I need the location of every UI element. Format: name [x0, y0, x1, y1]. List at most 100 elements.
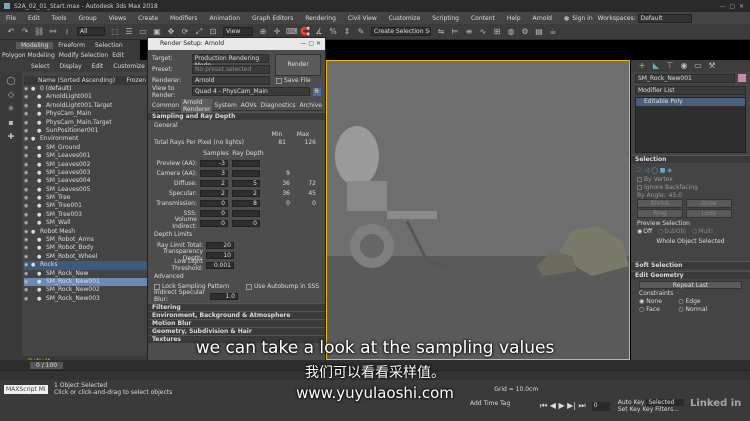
ring-button[interactable]: Ring	[637, 209, 683, 218]
curve-editor-icon[interactable]: ∿	[478, 27, 488, 37]
scene-list-item[interactable]: ◉ ● 0 (default)	[24, 85, 148, 93]
scene-list-item[interactable]: ◉ ● SM_Wall	[24, 219, 148, 227]
motion-tab-icon[interactable]: ◉	[679, 61, 689, 71]
renderer-select[interactable]: Arnold	[192, 76, 270, 85]
samples-spinner[interactable]: 3	[200, 169, 228, 177]
region-select-icon[interactable]: ▭	[138, 27, 148, 37]
menu-item[interactable]: Tools	[46, 15, 73, 22]
rollout-motion-blur[interactable]: Motion Blur	[148, 319, 325, 327]
target-select[interactable]: Production Rendering Mode	[191, 54, 270, 69]
scene-tab-select[interactable]: Select	[26, 63, 55, 70]
visibility-eye-icon[interactable]: ◉	[24, 186, 31, 194]
visibility-eye-icon[interactable]: ◉	[24, 85, 31, 93]
bind-icon[interactable]: ≀	[62, 27, 72, 37]
menu-item[interactable]: Arnold	[527, 15, 558, 22]
visibility-eye-icon[interactable]: ◉	[24, 135, 31, 143]
lock-icon[interactable]: 🔒	[313, 87, 321, 96]
visibility-eye-icon[interactable]: ◉	[24, 295, 31, 303]
loop-button[interactable]: Loop	[686, 209, 732, 218]
scale-icon[interactable]: ⤢	[194, 27, 204, 37]
samples-spinner[interactable]: 0	[200, 219, 228, 227]
visibility-eye-icon[interactable]: ◉	[24, 110, 31, 118]
display-tab-icon[interactable]: ▭	[693, 61, 703, 71]
angle-snap-icon[interactable]: ∡	[314, 27, 324, 37]
rollout-sampling[interactable]: Sampling and Ray Depth	[148, 112, 325, 120]
scene-column-name[interactable]: Name (Sorted Ascending)	[24, 77, 115, 84]
rotate-icon[interactable]: ⟳	[180, 27, 190, 37]
rollout-soft-selection[interactable]: Soft Selection	[631, 261, 750, 269]
layer-icon[interactable]: ≡	[464, 27, 474, 37]
align-icon[interactable]: ⊨	[450, 27, 460, 37]
undo-icon[interactable]: ↶	[6, 27, 16, 37]
select-icon[interactable]: ⬚	[110, 27, 120, 37]
visibility-eye-icon[interactable]: ◉	[24, 161, 31, 169]
ribbon-polygon-modeling[interactable]: Polygon Modeling	[0, 52, 57, 59]
visibility-eye-icon[interactable]: ◉	[24, 270, 31, 278]
menu-item[interactable]: Views	[103, 15, 132, 22]
ray-depth-spinner[interactable]: 8	[232, 199, 260, 207]
redo-icon[interactable]: ↷	[20, 27, 30, 37]
visibility-eye-icon[interactable]: ◉	[24, 253, 31, 261]
material-editor-icon[interactable]: ◍	[506, 27, 516, 37]
menu-item[interactable]: Rendering	[299, 15, 342, 22]
frame-field[interactable]: 0	[591, 401, 610, 411]
rollout-filtering[interactable]: Filtering	[148, 303, 325, 311]
preset-select[interactable]: No preset selected	[192, 65, 270, 74]
by-angle-spinner[interactable]: 45.0	[669, 192, 682, 199]
repeat-last-button[interactable]: Repeat Last	[639, 281, 742, 289]
spinner-snap-icon[interactable]: ⇕	[342, 27, 352, 37]
tab-system[interactable]: System	[212, 102, 238, 109]
keyboard-shortcut-icon[interactable]: ⌨	[286, 27, 298, 37]
rollout-geometry[interactable]: Geometry, Subdivision & Hair	[148, 327, 325, 335]
shrink-button[interactable]: Shrink	[637, 199, 683, 208]
ray-depth-spinner[interactable]	[232, 169, 260, 177]
visibility-eye-icon[interactable]: ◉	[24, 202, 31, 210]
samples-spinner[interactable]: -3	[200, 159, 228, 167]
scene-list-item[interactable]: ◉ ● SM_Robot_Arms	[24, 236, 148, 244]
scene-list-item[interactable]: ◉ ● SM_Rock_New003	[24, 295, 148, 303]
tab-arnold-renderer[interactable]: Arnold Renderer	[181, 98, 213, 113]
render-setup-titlebar[interactable]: Render Setup: Arnold — ▢ ✕	[148, 38, 325, 50]
render-button[interactable]: Render	[275, 53, 321, 76]
object-color-swatch[interactable]	[738, 74, 746, 82]
utilities-tab-icon[interactable]: ⚒	[707, 61, 717, 71]
ignore-backfacing-checkbox[interactable]	[637, 184, 642, 190]
menu-item[interactable]: Animation	[203, 15, 246, 22]
visibility-eye-icon[interactable]: ◉	[24, 177, 31, 185]
named-selection-sets[interactable]: Create Selection Se	[371, 27, 431, 36]
play-controls[interactable]: ⏮ ◀ ▶ ▶| ⏭	[540, 401, 592, 411]
render-icon[interactable]: ☕	[548, 27, 558, 37]
scene-list-item[interactable]: ◉ ● PhysCam_Main.Target	[24, 119, 148, 127]
ribbon-modify-selection[interactable]: Modify Selection	[57, 52, 110, 59]
filter-lights-icon[interactable]: ✳	[6, 104, 16, 114]
visibility-eye-icon[interactable]: ◉	[24, 102, 31, 110]
scene-list-item[interactable]: ◉ ● SM_Leaves001	[24, 152, 148, 160]
samples-spinner[interactable]: 0	[200, 209, 228, 217]
create-tab-icon[interactable]: +	[637, 61, 647, 71]
scene-list-item[interactable]: ◉ ● SM_Rock_New002	[24, 286, 148, 294]
tab-aovs[interactable]: AOVs	[239, 102, 259, 109]
scene-list-item[interactable]: ◉ ● SM_Rock_New001	[24, 277, 148, 287]
placement-icon[interactable]: ⊡	[208, 27, 218, 37]
render-setup-icon[interactable]: ⚙	[520, 27, 530, 37]
ray-depth-spinner[interactable]: 0	[232, 219, 260, 227]
visibility-eye-icon[interactable]: ◉	[24, 278, 31, 286]
visibility-eye-icon[interactable]: ◉	[24, 144, 31, 152]
menu-item[interactable]: Help	[501, 15, 527, 22]
selection-filter[interactable]: All	[77, 27, 105, 36]
scene-list-item[interactable]: ◉ ● Robot Mesh	[24, 228, 148, 236]
ray-depth-spinner[interactable]: 2	[232, 189, 260, 197]
visibility-eye-icon[interactable]: ◉	[24, 169, 31, 177]
ray-depth-spinner[interactable]	[232, 159, 260, 167]
menu-item[interactable]: Civil View	[342, 15, 383, 22]
stack-item-editable-poly[interactable]: Editable Poly	[636, 98, 745, 106]
scene-tab-edit[interactable]: Edit	[87, 63, 109, 70]
ray-limit-spinner[interactable]: 20	[206, 241, 234, 249]
filter-helpers-icon[interactable]: ✚	[6, 132, 16, 142]
link-icon[interactable]: ⛓	[34, 27, 44, 37]
visibility-eye-icon[interactable]: ◉	[24, 219, 31, 227]
scene-list-item[interactable]: ◉ ● SM_Robot_Body	[24, 244, 148, 252]
filter-shapes-icon[interactable]: ◇	[6, 90, 16, 100]
scene-list-item[interactable]: ◉ ● SM_Leaves005	[24, 186, 148, 194]
menu-item[interactable]: Create	[132, 15, 164, 22]
